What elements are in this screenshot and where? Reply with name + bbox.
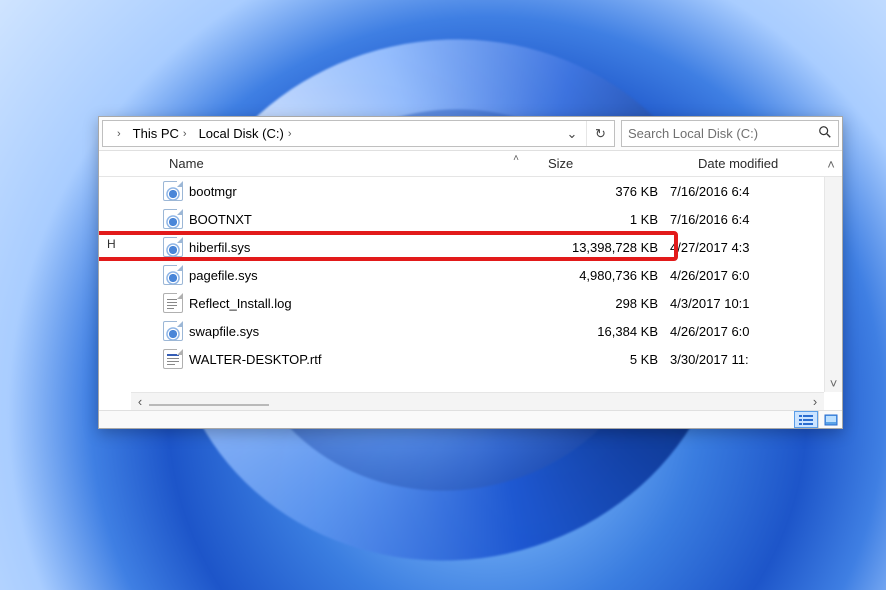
system-file-icon [163,265,183,285]
file-size: 1 KB [520,212,670,227]
status-bar [99,410,842,428]
file-size: 16,384 KB [520,324,670,339]
history-dropdown-button[interactable]: ⌄ [558,121,586,146]
column-label: Date modified [698,156,778,171]
search-icon [818,125,832,142]
refresh-button[interactable]: ↻ [586,121,614,146]
file-size: 376 KB [520,184,670,199]
file-size: 13,398,728 KB [520,240,670,255]
system-file-icon [163,321,183,341]
file-date-modified: 4/27/2017 4:3 [670,240,820,255]
column-label: Size [548,156,573,171]
file-row[interactable]: pagefile.sys4,980,736 KB4/26/2017 6:0 [163,261,824,289]
file-list: bootmgr376 KB7/16/2016 6:4BOOTNXT1 KB7/1… [99,177,824,392]
system-file-icon [163,209,183,229]
file-date-modified: 7/16/2016 6:4 [670,212,820,227]
file-size: 298 KB [520,296,670,311]
address-row: › This PC › Local Disk (C:) › ⌄ ↻ Search… [99,117,842,151]
file-size: 5 KB [520,352,670,367]
file-name: WALTER-DESKTOP.rtf [189,352,520,367]
file-date-modified: 7/16/2016 6:4 [670,184,820,199]
file-name: Reflect_Install.log [189,296,520,311]
file-date-modified: 4/26/2017 6:0 [670,268,820,283]
search-input[interactable]: Search Local Disk (C:) [621,120,839,147]
chevron-right-icon: › [183,128,187,140]
horizontal-scrollbar[interactable]: ‹ › [131,392,824,410]
details-view-icon [799,414,813,426]
large-icons-view-icon [824,414,838,426]
horizontal-thumb[interactable] [149,404,269,406]
chevron-up-icon: ˄ [827,157,835,172]
system-file-icon [163,237,183,257]
breadcrumb-local-disk-c[interactable]: Local Disk (C:) › [193,121,298,146]
system-file-icon [163,181,183,201]
rtf-file-icon [163,349,183,369]
file-row[interactable]: swapfile.sys16,384 KB4/26/2017 6:0 [163,317,824,345]
scroll-down-button[interactable]: ˅ [825,374,842,392]
file-row[interactable]: BOOTNXT1 KB7/16/2016 6:4 [163,205,824,233]
file-name: BOOTNXT [189,212,520,227]
column-label: Name [169,156,204,171]
chevron-right-icon: › [288,128,292,140]
file-name: bootmgr [189,184,520,199]
column-header-date[interactable]: Date modified [692,151,842,176]
file-date-modified: 4/26/2017 6:0 [670,324,820,339]
chevron-right-icon: › [117,128,121,140]
sort-ascending-icon: ˄ [513,153,519,164]
file-row[interactable]: bootmgr376 KB7/16/2016 6:4 [163,177,824,205]
breadcrumb-label: Local Disk (C:) [199,126,284,141]
breadcrumb-this-pc[interactable]: This PC › [127,121,193,146]
search-placeholder: Search Local Disk (C:) [628,126,812,141]
scroll-left-button[interactable]: ‹ [131,393,149,410]
file-date-modified: 3/30/2017 11: [670,352,820,367]
chevron-right-icon: › [813,394,817,409]
chevron-down-icon: ⌄ [567,126,578,142]
file-row[interactable]: hiberfil.sys13,398,728 KB4/27/2017 4:3 [163,233,824,261]
view-details-button[interactable] [794,411,818,428]
column-headers: Name ˄ Size Date modified ˄ [99,151,842,177]
file-date-modified: 4/3/2017 10:1 [670,296,820,311]
chevron-down-icon: ˅ [830,376,838,391]
file-explorer-window: › This PC › Local Disk (C:) › ⌄ ↻ Search… [98,116,843,429]
address-bar[interactable]: › This PC › Local Disk (C:) › ⌄ ↻ [102,120,615,147]
file-row[interactable]: Reflect_Install.log298 KB4/3/2017 10:1 [163,289,824,317]
column-header-size[interactable]: Size [542,151,692,176]
file-row[interactable]: WALTER-DESKTOP.rtf5 KB3/30/2017 11: [163,345,824,373]
column-header-name[interactable]: Name ˄ [163,151,542,176]
vertical-scrollbar[interactable]: ˅ [824,177,842,392]
file-size: 4,980,736 KB [520,268,670,283]
chevron-left-icon: ‹ [138,394,142,409]
scroll-up-button[interactable]: ˄ [822,151,840,177]
file-name: swapfile.sys [189,324,520,339]
breadcrumb-root-chevron[interactable]: › [107,121,127,146]
refresh-icon: ↻ [595,126,606,142]
file-name: pagefile.sys [189,268,520,283]
scroll-right-button[interactable]: › [806,393,824,410]
breadcrumb-label: This PC [133,126,179,141]
text-file-icon [163,293,183,313]
file-name: hiberfil.sys [189,240,520,255]
view-large-icons-button[interactable] [818,411,842,428]
